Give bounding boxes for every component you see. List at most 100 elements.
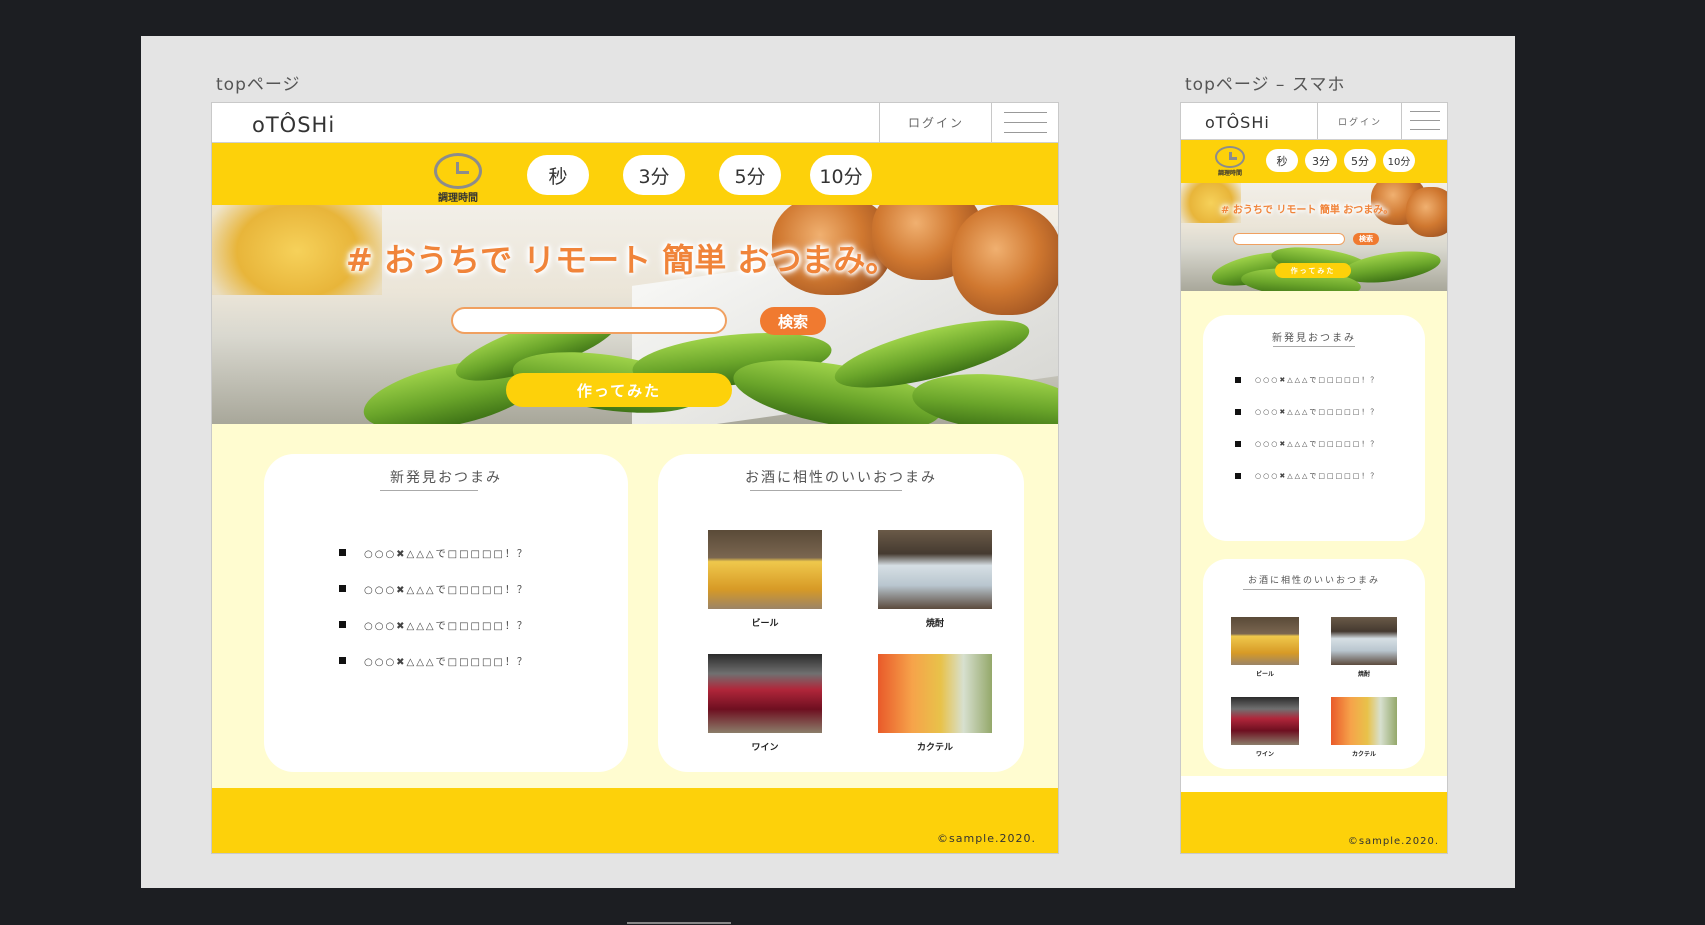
beer-photo [708,530,822,609]
pairings-title: お酒に相性のいいおつまみ [745,470,937,486]
mobile-artboard: oTÔSHi ログイン 調理時間 秒 3分 5分 10分 # おうちで リモート… [1180,102,1448,854]
drink-caption: カクテル [1351,751,1376,758]
fried-chicken-photo [952,205,1058,315]
desktop-header: oTÔSHi ログイン [212,103,1058,143]
clock-icon [434,153,482,189]
hero-section: # おうちで リモート 簡単 おつまみ。 検索 作ってみた [1181,183,1447,291]
list-item[interactable]: ○○○✖△△△で□□□□□！？ [1235,375,1379,385]
pairings-card: お酒に相性のいいおつまみ ビール 焼酎 ワイン カクテル [658,454,1024,772]
list-item-text: ○○○✖△△△で□□□□□！？ [1255,376,1380,384]
beer-photo [1231,617,1299,665]
login-button[interactable]: ログイン [879,103,992,142]
pairings-title: お酒に相性のいいおつまみ [1247,576,1380,586]
time-option-seconds[interactable]: 秒 [527,155,589,195]
list-item-text: ○○○✖△△△で□□□□□！？ [364,585,529,596]
bullet-icon [339,549,346,556]
mobile-frame-label: topページ – スマホ [1185,75,1346,95]
time-option-10min[interactable]: 10分 [810,155,872,195]
hamburger-icon[interactable] [991,103,1058,142]
time-option-seconds[interactable]: 秒 [1266,149,1298,172]
cook-time-label: 調理時間 [438,193,478,204]
list-item[interactable]: ○○○✖△△△で□□□□□！？ [1235,471,1379,481]
drink-caption: 焼酎 [1357,671,1370,678]
drink-caption: カクテル [916,743,953,753]
cook-time-label: 調理時間 [1217,170,1242,177]
made-it-button[interactable]: 作ってみた [506,373,732,407]
bullet-icon [1235,409,1241,415]
hero-section: # おうちで リモート 簡単 おつまみ。 検索 作ってみた [212,205,1058,424]
hero-title: # おうちで リモート 簡単 おつまみ。 [1221,205,1394,216]
copyright: ©sample.2020. [1347,836,1439,847]
time-option-3min[interactable]: 3分 [623,155,685,195]
title-underline [750,490,902,491]
new-finds-title: 新発見おつまみ [390,470,502,486]
search-input[interactable] [451,307,727,334]
time-option-5min[interactable]: 5分 [719,155,781,195]
made-it-button[interactable]: 作ってみた [1275,263,1351,278]
drink-shochu[interactable]: 焼酎 [878,530,992,630]
design-canvas: topページ topページ – スマホ oTÔSHi ログイン 調理時間 秒 3… [141,36,1515,888]
title-underline [1273,346,1355,347]
screen: { "labels": { "desktop": "topページ", "mobi… [0,0,1705,925]
content-section: 新発見おつまみ ○○○✖△△△で□□□□□！？ ○○○✖△△△で□□□□□！？ … [212,424,1058,788]
mobile-header: oTÔSHi ログイン [1181,103,1447,140]
drink-beer[interactable]: ビール [708,530,822,630]
desktop-artboard: oTÔSHi ログイン 調理時間 秒 3分 5分 10分 # おうちで リモート… [211,102,1059,854]
desktop-frame-label: topページ [216,75,301,95]
drink-beer[interactable]: ビール [1231,617,1299,679]
list-item[interactable]: ○○○✖△△△で□□□□□！？ [1235,439,1379,449]
cocktail-photo [878,654,992,733]
search-input[interactable] [1233,233,1345,245]
list-item[interactable]: ○○○✖△△△で□□□□□！？ [339,581,529,596]
list-item-text: ○○○✖△△△で□□□□□！？ [364,549,529,560]
footer: ©sample.2020. [1181,792,1447,853]
bullet-icon [339,621,346,628]
title-underline [1243,589,1361,590]
time-option-5min[interactable]: 5分 [1344,149,1376,172]
search-button[interactable]: 検索 [1353,233,1379,245]
copyright: ©sample.2020. [937,832,1036,845]
login-button[interactable]: ログイン [1317,103,1402,139]
content-section: 新発見おつまみ ○○○✖△△△で□□□□□！？ ○○○✖△△△で□□□□□！？ … [1181,291,1447,776]
cocktail-photo [1331,697,1397,745]
bullet-icon [1235,377,1241,383]
scrollbar-thumb[interactable] [627,922,731,924]
search-button[interactable]: 検索 [760,307,826,335]
fried-chicken-photo [1406,187,1447,237]
list-item[interactable]: ○○○✖△△△で□□□□□！？ [1235,407,1379,417]
bullet-icon [1235,441,1241,447]
hero-title: # おうちで リモート 簡単 おつまみ。 [346,241,898,279]
list-item[interactable]: ○○○✖△△△で□□□□□！？ [339,617,529,632]
list-item-text: ○○○✖△△△で□□□□□！？ [364,657,529,668]
drink-wine[interactable]: ワイン [708,654,822,754]
drink-caption: ビール [1255,671,1274,678]
list-item[interactable]: ○○○✖△△△で□□□□□！？ [339,545,529,560]
list-item-text: ○○○✖△△△で□□□□□！？ [1255,440,1380,448]
bullet-icon [339,657,346,664]
pairings-card: お酒に相性のいいおつまみ ビール 焼酎 ワイン カクテル [1203,559,1425,769]
wine-photo [1231,697,1299,745]
new-finds-card: 新発見おつまみ ○○○✖△△△で□□□□□！？ ○○○✖△△△で□□□□□！？ … [264,454,628,772]
list-item[interactable]: ○○○✖△△△で□□□□□！？ [339,653,529,668]
drink-cocktail[interactable]: カクテル [878,654,992,754]
clock-icon [1215,146,1245,168]
cook-time-bar: 調理時間 秒 3分 5分 10分 [1181,140,1447,183]
title-underline [380,490,478,491]
logo[interactable]: oTÔSHi [1205,113,1270,132]
bullet-icon [1235,473,1241,479]
drink-cocktail[interactable]: カクテル [1331,697,1397,759]
new-finds-card: 新発見おつまみ ○○○✖△△△で□□□□□！？ ○○○✖△△△で□□□□□！？ … [1203,315,1425,541]
drink-wine[interactable]: ワイン [1231,697,1299,759]
list-item-text: ○○○✖△△△で□□□□□！？ [364,621,529,632]
drink-caption: ワイン [1255,751,1274,758]
hamburger-icon[interactable] [1401,103,1447,139]
new-finds-title: 新発見おつまみ [1272,333,1356,344]
cook-time-bar: 調理時間 秒 3分 5分 10分 [212,143,1058,205]
time-option-3min[interactable]: 3分 [1305,149,1337,172]
shochu-photo [1331,617,1397,665]
time-option-10min[interactable]: 10分 [1383,149,1415,172]
drink-caption: ビール [751,619,779,629]
drink-caption: 焼酎 [925,619,944,629]
logo[interactable]: oTÔSHi [252,113,335,137]
drink-shochu[interactable]: 焼酎 [1331,617,1397,679]
